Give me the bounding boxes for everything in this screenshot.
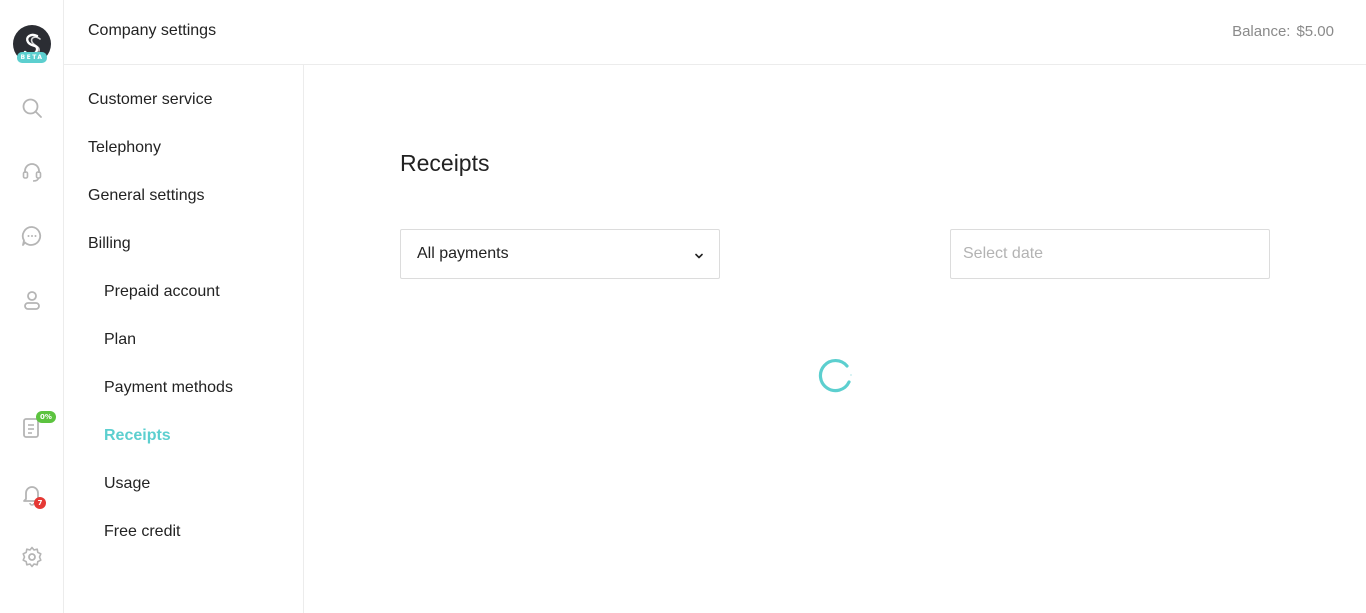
page-title: Receipts <box>400 150 490 176</box>
nav-item-usage[interactable]: Usage <box>104 475 150 493</box>
nav-item-telephony[interactable]: Telephony <box>88 139 161 157</box>
nav-item-receipts[interactable]: Receipts <box>104 427 171 445</box>
balance-value: $5.00 <box>1296 23 1334 40</box>
page-header-title: Company settings <box>88 22 217 39</box>
notification-count-badge: 7 <box>34 497 46 509</box>
balance-label: Balance: <box>1232 23 1291 40</box>
icon-rail: BETA 0% 7 <box>0 0 64 613</box>
loading-spinner <box>816 354 856 394</box>
settings-nav: Customer service Telephony General setti… <box>64 65 304 613</box>
user-icon[interactable] <box>20 288 44 312</box>
date-picker-input[interactable] <box>950 229 1270 279</box>
beta-badge: BETA <box>17 52 47 63</box>
payment-filter-value: All payments <box>417 245 509 262</box>
gear-icon[interactable] <box>20 545 44 569</box>
progress-badge: 0% <box>36 411 56 423</box>
payment-filter-select[interactable]: All payments <box>400 229 720 279</box>
chat-icon[interactable] <box>20 224 44 248</box>
main-content: Receipts All payments <box>304 65 1366 613</box>
nav-item-general-settings[interactable]: General settings <box>88 187 205 205</box>
nav-item-plan[interactable]: Plan <box>104 331 136 349</box>
top-header: Company settings Balance: $5.00 <box>64 0 1366 65</box>
nav-item-payment-methods[interactable]: Payment methods <box>104 379 233 397</box>
balance-display: Balance: $5.00 <box>1232 23 1334 40</box>
nav-item-free-credit[interactable]: Free credit <box>104 523 180 541</box>
chevron-down-icon <box>693 249 705 261</box>
nav-item-customer-service[interactable]: Customer service <box>88 91 212 109</box>
nav-item-prepaid-account[interactable]: Prepaid account <box>104 283 220 301</box>
headset-icon[interactable] <box>20 160 44 184</box>
nav-item-billing[interactable]: Billing <box>88 235 131 253</box>
search-icon[interactable] <box>20 96 44 120</box>
